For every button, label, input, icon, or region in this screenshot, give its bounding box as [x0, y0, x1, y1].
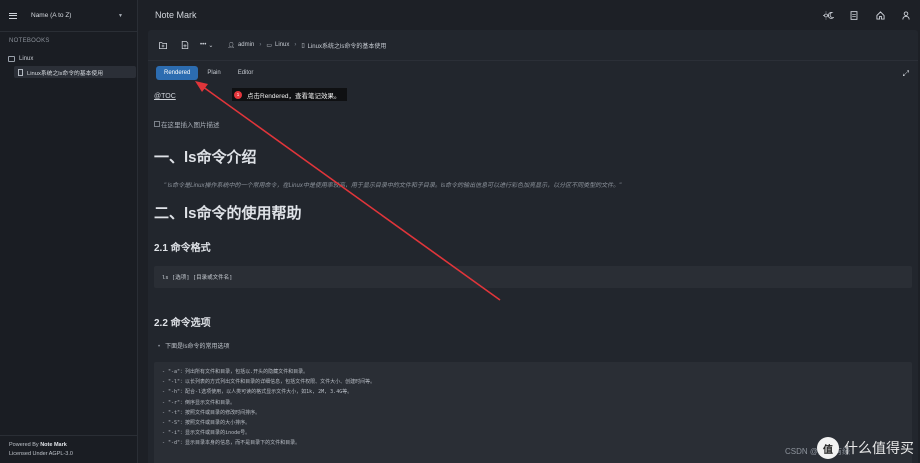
brand-logo-icon: 值 — [817, 437, 839, 459]
note-panel: ••• ⌄ 👤︎ admin › ▭ Linux › ▯ Linux系统之ls命… — [148, 30, 918, 463]
code-line: - "-a"：列出所有文件和目录，包括以.开头的隐藏文件和目录。 — [162, 369, 309, 375]
home-icon[interactable] — [874, 9, 886, 21]
heading-intro: 一、ls命令介绍 — [154, 149, 257, 166]
code-line: - "-S"：按照文件或目录的大小排序。 — [162, 420, 251, 427]
code-line: - "-r"：倒序显示文件和目录。 — [162, 399, 236, 406]
notebook-tree: Linux Linux系统之ls命令的基本使用 — [4, 53, 136, 78]
sort-select-label: Name (A to Z) — [31, 12, 72, 19]
folder-icon: ▭ — [266, 42, 272, 49]
toolbar-divider — [148, 60, 918, 61]
tab-plain[interactable]: Plain — [199, 66, 228, 80]
theme-toggle-icon[interactable] — [822, 9, 834, 21]
breadcrumb-separator: › — [259, 42, 262, 48]
rendered-note: @TOC 在这里插入图片描述 一、ls命令介绍 " ls命令是Linux操作系统… — [154, 90, 912, 463]
folder-plus-icon — [159, 42, 167, 49]
file-icon: ▯ — [301, 42, 305, 49]
code-line: - "-t"：按照文件或目录的修改时间排序。 — [162, 409, 261, 416]
fullscreen-icon[interactable]: ⤢ — [903, 69, 909, 79]
sidebar-header: Name (A to Z) ▼ — [0, 0, 137, 32]
more-options-button[interactable]: ••• ⌄ — [200, 42, 213, 49]
more-icon: ••• — [200, 42, 207, 48]
note-label: Linux系统之ls命令的基本使用 — [27, 70, 104, 77]
powered-by-prefix: Powered By — [9, 442, 41, 448]
heading-help: 二、ls命令的使用帮助 — [154, 205, 302, 222]
tab-editor[interactable]: Editor — [230, 66, 262, 80]
view-tabs: Rendered Plain Editor — [156, 66, 262, 80]
breadcrumb-folder[interactable]: Linux — [275, 42, 289, 48]
notebooks-title: NOTEBOOKS — [9, 38, 50, 44]
heading-format: 2.1 命令格式 — [154, 243, 211, 254]
powered-by: Powered By Note Mark — [9, 441, 129, 450]
menu-icon[interactable] — [9, 12, 17, 19]
app-title: Note Mark — [155, 10, 197, 20]
annotation-callout: 1 点击Rendered，查看笔记效果。 — [232, 88, 347, 101]
folder-icon — [8, 55, 15, 62]
top-actions — [808, 9, 912, 21]
new-folder-button[interactable] — [156, 38, 170, 52]
new-note-button[interactable] — [178, 38, 192, 52]
breadcrumb-note[interactable]: Linux系统之ls命令的基本使用 — [308, 41, 387, 50]
user-icon[interactable] — [900, 9, 912, 21]
list-item: 下面是ls命令的常用选项 — [154, 341, 912, 350]
sidebar: Name (A to Z) ▼ NOTEBOOKS Linux Linux系统之… — [0, 0, 138, 463]
license-text[interactable]: Licensed Under AGPL-3.0 — [9, 450, 129, 459]
heading-options: 2.2 命令选项 — [154, 318, 211, 329]
folder-label: Linux — [19, 55, 34, 62]
top-bar: Note Mark — [138, 0, 920, 30]
sort-select[interactable]: Name (A to Z) ▼ — [27, 9, 127, 23]
chevron-down-icon: ⌄ — [208, 42, 214, 49]
document-icon[interactable] — [848, 9, 860, 21]
tab-rendered[interactable]: Rendered — [156, 66, 199, 80]
sidebar-footer: Powered By Note Mark Licensed Under AGPL… — [0, 435, 138, 463]
watermark: 值 什么值得买 — [817, 437, 914, 459]
chevron-down-icon: ▼ — [118, 12, 123, 19]
annotation-number: 1 — [234, 90, 242, 99]
tree-note-item[interactable]: Linux系统之ls命令的基本使用 — [14, 66, 136, 78]
image-alt-text: 在这里插入图片描述 — [161, 122, 220, 129]
code-line: - "-i"：显示文件或目录的inode号。 — [162, 430, 251, 437]
tree-folder-linux[interactable]: Linux — [4, 53, 133, 64]
broken-image-icon — [154, 121, 160, 127]
user-icon: 👤︎ — [227, 42, 235, 49]
breadcrumb: 👤︎ admin › ▭ Linux › ▯ Linux系统之ls命令的基本使用 — [227, 41, 386, 50]
code-block-format: ls [选项] [目录或文件名] — [154, 266, 912, 288]
file-icon — [18, 68, 23, 76]
annotation-text: 点击Rendered，查看笔记效果。 — [247, 92, 341, 100]
watermark-brand: 什么值得买 — [844, 440, 914, 456]
note-toolbar: ••• ⌄ 👤︎ admin › ▭ Linux › ▯ Linux系统之ls命… — [156, 36, 386, 54]
code-line: - "-h"：配合-l选项使用，以人类可读的格式显示文件大小，如1k, 2M, … — [162, 389, 353, 396]
blockquote: " ls命令是Linux操作系统中的一个常用命令，在Linux中是使用率较高，用… — [164, 183, 622, 189]
powered-by-brand[interactable]: Note Mark — [40, 442, 67, 448]
file-plus-icon — [181, 41, 189, 49]
broken-image: 在这里插入图片描述 — [154, 119, 912, 129]
code-line: - "-l"：以长列表的方式列出文件和目录的详细信息，包括文件权限、文件大小、创… — [162, 379, 376, 386]
breadcrumb-separator: › — [294, 42, 297, 48]
breadcrumb-user[interactable]: admin — [238, 42, 254, 48]
